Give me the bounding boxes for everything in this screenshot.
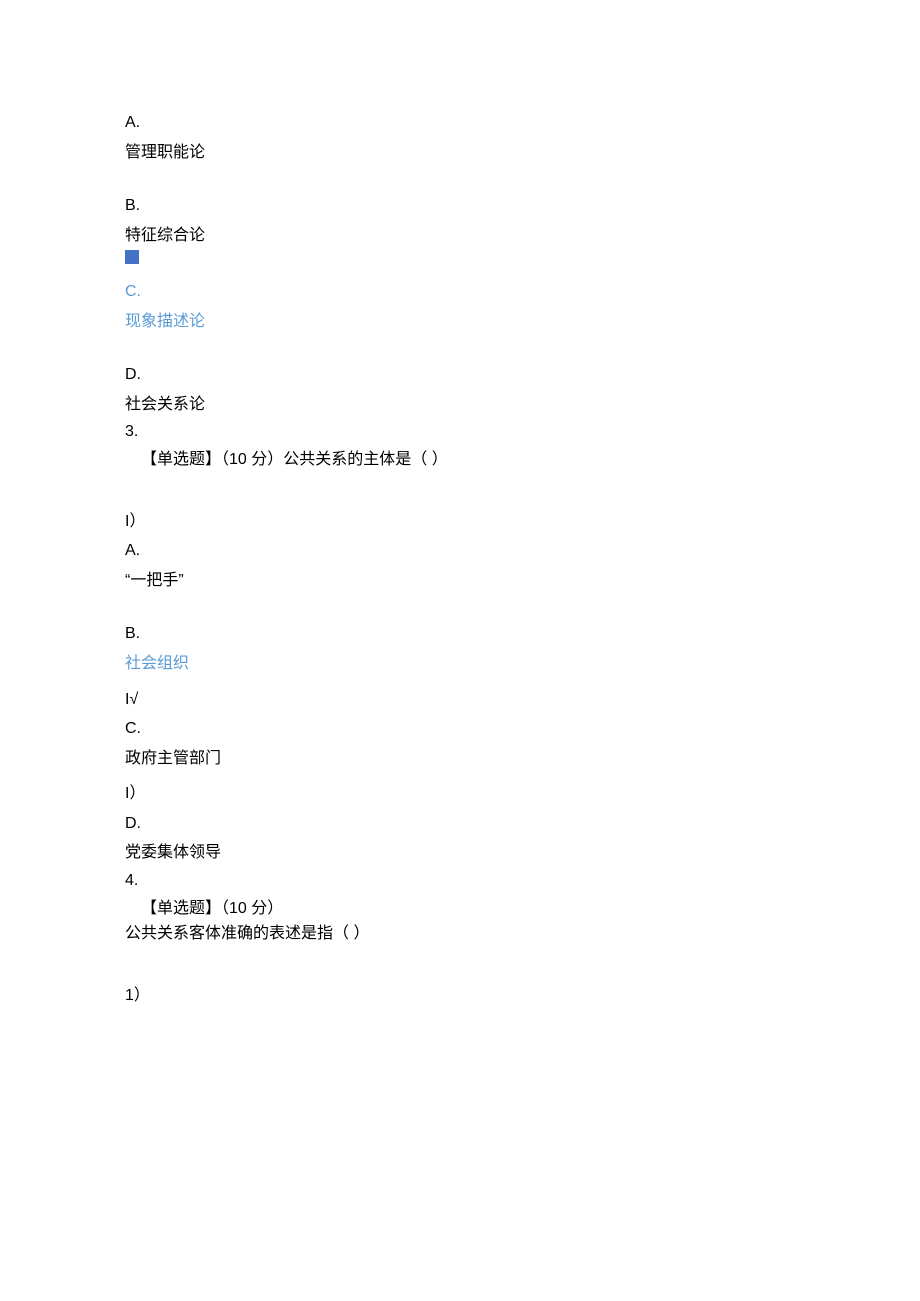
option-letter: C. xyxy=(125,716,795,742)
option-text: 社会组织 xyxy=(125,651,795,677)
option-letter: B. xyxy=(125,193,795,219)
option-marker: 1） xyxy=(125,983,795,1009)
option-text: 党委集体领导 xyxy=(125,840,795,866)
question-number: 3. xyxy=(125,419,795,445)
q2-option-b: B. 特征综合论 xyxy=(125,193,795,248)
q2-option-c: C. 现象描述论 xyxy=(125,250,795,334)
question-3: 3. 【单选题】（10 分）公共关系的主体是（ ） I） A. “一把手” B.… xyxy=(125,419,795,866)
option-marker: I） xyxy=(125,781,795,807)
q3-option-b: B. 社会组织 xyxy=(125,621,795,676)
q3-option-d: I） D. 党委集体领导 xyxy=(125,781,795,866)
question-stem: 【单选题】（10 分）公共关系的主体是（ ） xyxy=(125,447,795,473)
option-letter: D. xyxy=(125,362,795,388)
q2-option-a: A. 管理职能论 xyxy=(125,110,795,165)
question-stem-line1: 【单选题】（10 分） xyxy=(125,896,795,922)
option-marker: I） xyxy=(125,509,795,535)
option-text: 管理职能论 xyxy=(125,140,795,166)
option-marker: I√ xyxy=(125,687,795,713)
option-text: 社会关系论 xyxy=(125,392,795,418)
question-number: 4. xyxy=(125,868,795,894)
option-text: 政府主管部门 xyxy=(125,746,795,772)
option-text: 现象描述论 xyxy=(125,309,795,335)
option-letter: A. xyxy=(125,110,795,136)
question-4: 4. 【单选题】（10 分） 公共关系客体准确的表述是指（ ） 1） xyxy=(125,868,795,1008)
q3-option-c: I√ C. 政府主管部门 xyxy=(125,687,795,772)
option-letter: A. xyxy=(125,538,795,564)
option-letter: C. xyxy=(125,279,795,305)
option-text: “一把手” xyxy=(125,568,795,594)
q3-option-a: I） A. “一把手” xyxy=(125,509,795,594)
option-letter: D. xyxy=(125,811,795,837)
option-text: 特征综合论 xyxy=(125,223,795,249)
option-letter: B. xyxy=(125,621,795,647)
q2-option-d: D. 社会关系论 xyxy=(125,362,795,417)
question-stem-line2: 公共关系客体准确的表述是指（ ） xyxy=(125,921,795,947)
selected-marker-icon xyxy=(125,250,139,264)
